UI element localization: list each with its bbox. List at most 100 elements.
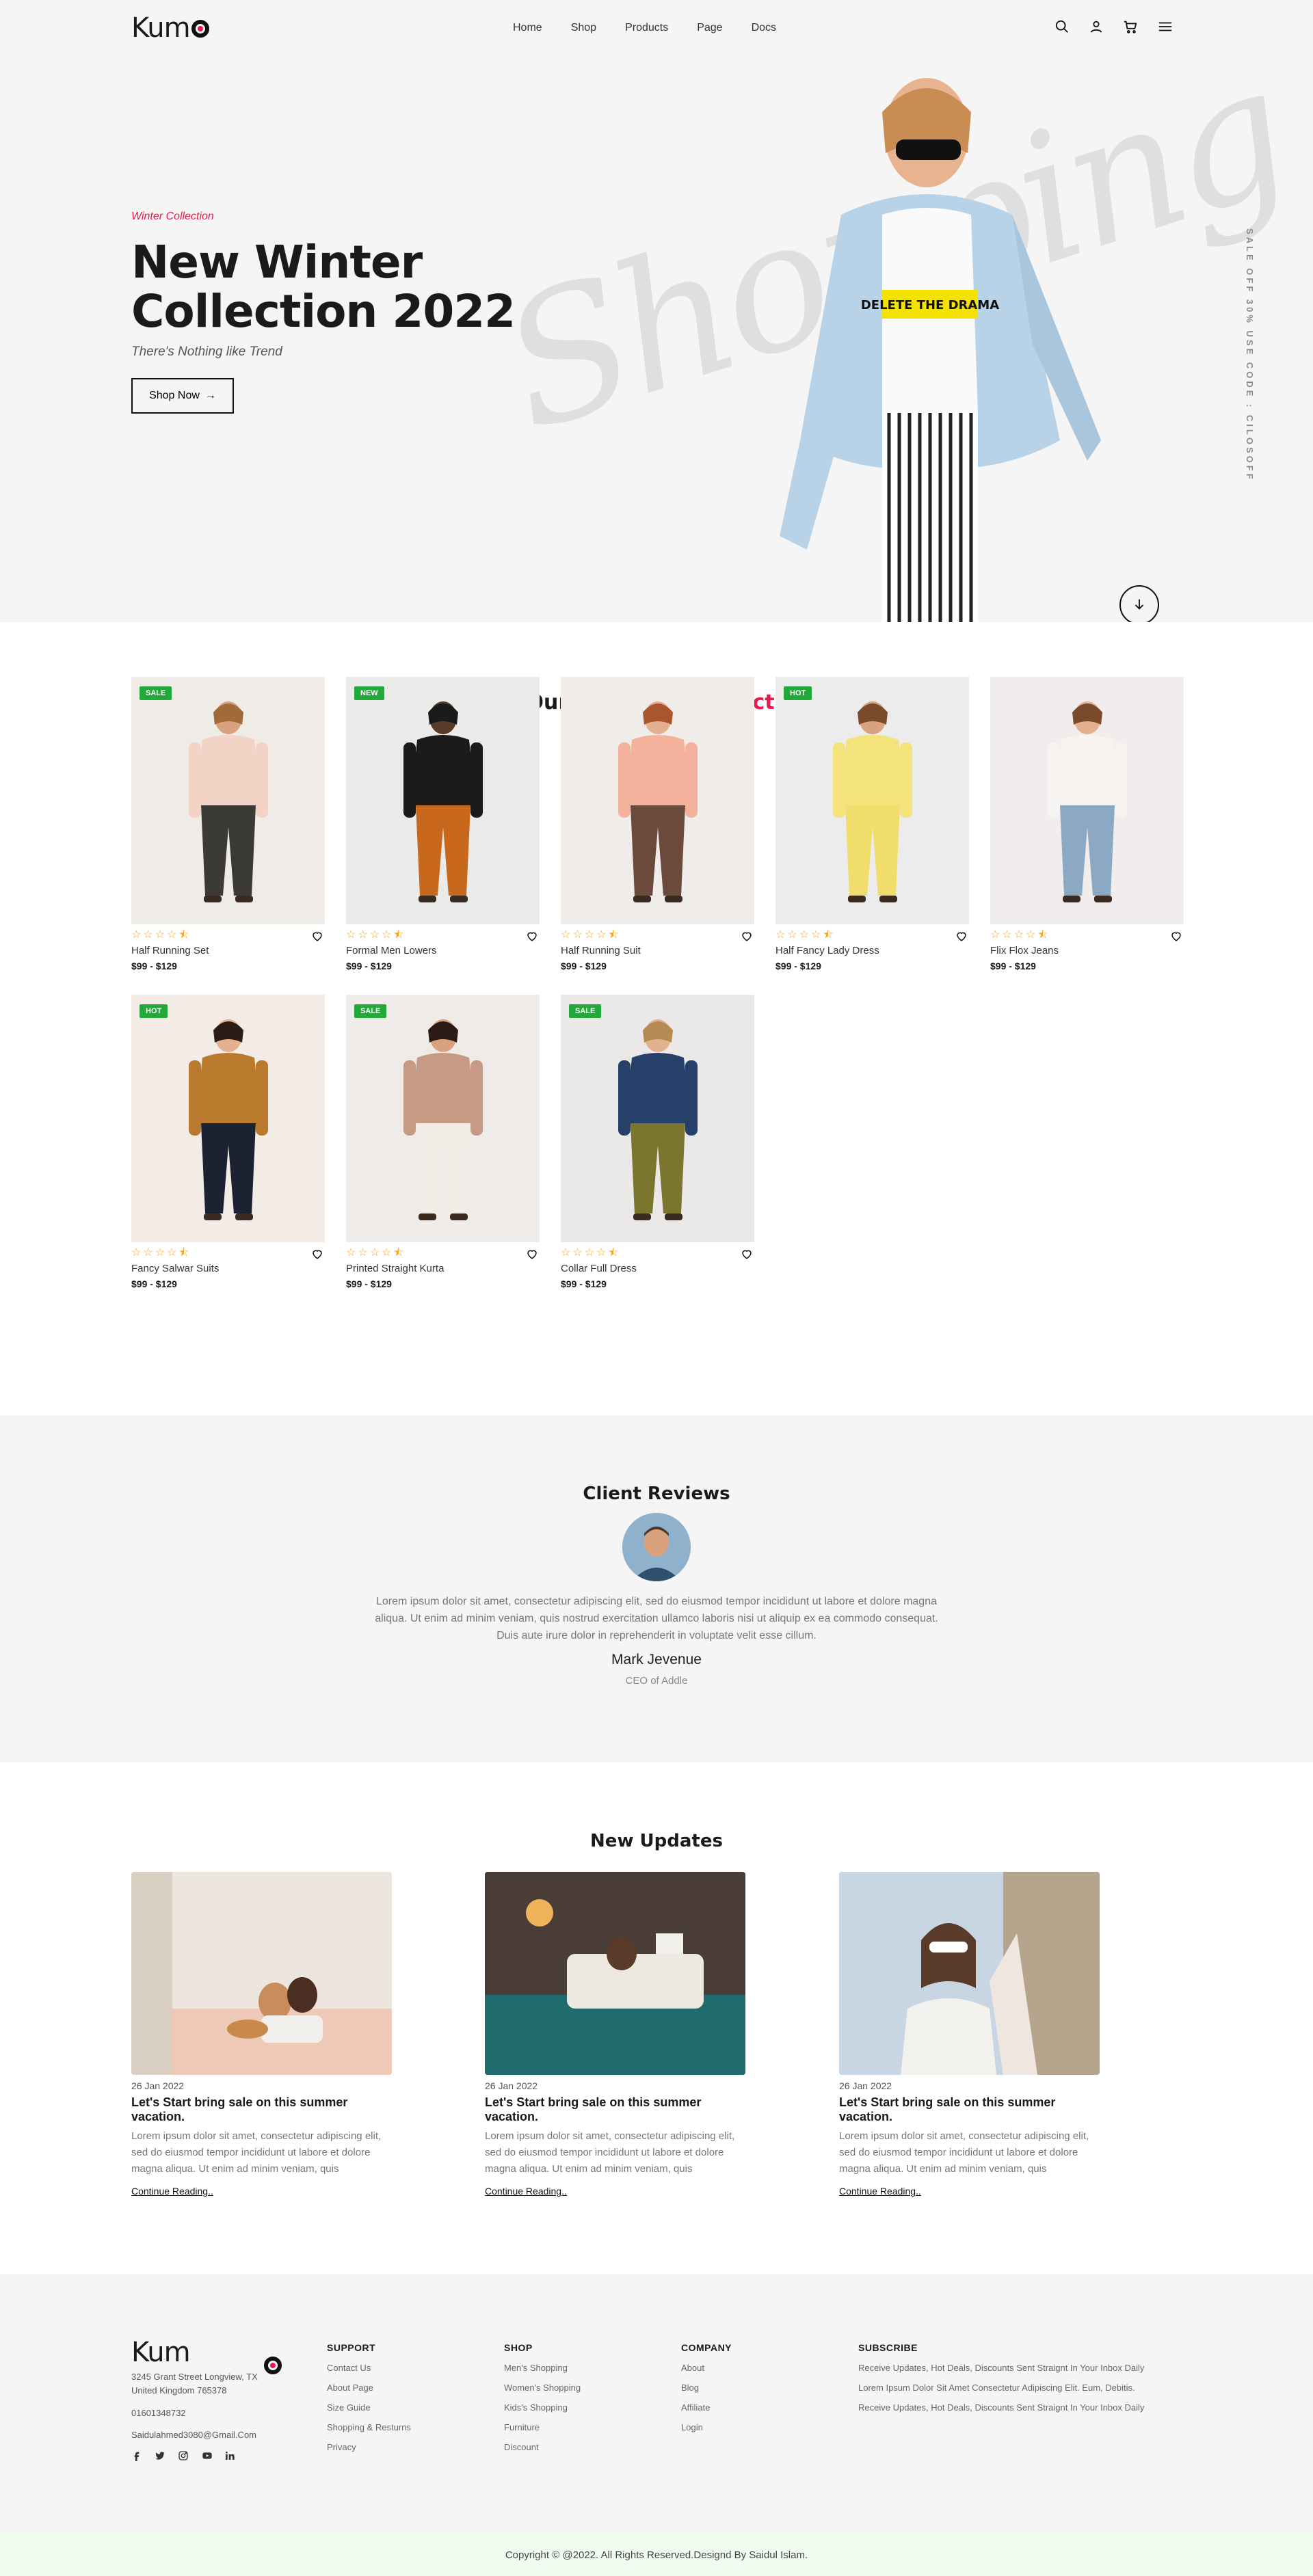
footer-link[interactable]: Men's Shopping xyxy=(504,2363,581,2373)
continue-reading-link[interactable]: Continue Reading.. xyxy=(131,2186,213,2197)
star-icon: ☆ xyxy=(143,1247,153,1259)
footer-link[interactable]: Furniture xyxy=(504,2422,581,2432)
star-icon: ☆ xyxy=(596,1247,607,1259)
product-card[interactable]: HOT ☆ ☆ ☆ ☆ ⯪ Fancy Salwar Suits $99 - $129 xyxy=(131,995,325,1289)
product-image[interactable] xyxy=(561,677,754,924)
footer-column-title: COMPANY xyxy=(681,2342,732,2353)
wishlist-heart-icon[interactable] xyxy=(955,930,968,942)
social-links xyxy=(131,2450,237,2463)
facebook-icon[interactable] xyxy=(131,2450,144,2463)
cart-icon[interactable] xyxy=(1123,19,1141,37)
star-icon: ☆ xyxy=(990,929,1000,941)
youtube-icon[interactable] xyxy=(201,2450,213,2463)
footer-link[interactable]: Privacy xyxy=(327,2442,411,2452)
star-icon: ☆ xyxy=(811,929,821,941)
nav-shop[interactable]: Shop xyxy=(571,22,596,34)
product-name[interactable]: Collar Full Dress xyxy=(561,1263,754,1274)
wishlist-heart-icon[interactable] xyxy=(526,1248,538,1260)
product-price: $99 - $129 xyxy=(346,1278,392,1289)
post-title[interactable]: Let's Start bring sale on this summer va… xyxy=(131,2095,392,2124)
footer-link[interactable]: Blog xyxy=(681,2383,732,2393)
product-name[interactable]: Half Running Suit xyxy=(561,945,754,956)
nav-products[interactable]: Products xyxy=(625,22,668,34)
footer-link: Receive Updates, Hot Deals, Discounts Se… xyxy=(858,2363,1145,2373)
product-card[interactable]: HOT ☆ ☆ ☆ ☆ ⯪ Half Fancy Lady Dress $99 - $1… xyxy=(775,677,969,971)
blog-post-image[interactable] xyxy=(131,1872,392,2075)
footer-link[interactable]: Women's Shopping xyxy=(504,2383,581,2393)
footer-link[interactable]: Login xyxy=(681,2422,732,2432)
nav-docs[interactable]: Docs xyxy=(752,22,776,34)
product-image[interactable]: SALE xyxy=(346,995,540,1242)
star-half-icon: ⯪ xyxy=(178,1247,189,1259)
footer-phone[interactable]: 01601348732 xyxy=(131,2408,186,2418)
nav-page[interactable]: Page xyxy=(697,22,722,34)
continue-reading-link[interactable]: Continue Reading.. xyxy=(485,2186,567,2197)
menu-icon[interactable] xyxy=(1157,19,1175,37)
client-reviews-section: Client Reviews Lorem ipsum dolor sit ame… xyxy=(0,1415,1313,1762)
footer-column-title: SUBSCRIBE xyxy=(858,2342,918,2353)
post-title[interactable]: Let's Start bring sale on this summer va… xyxy=(485,2095,745,2124)
product-card[interactable]: ☆ ☆ ☆ ☆ ⯪ Flix Flox Jeans $99 - $129 xyxy=(990,677,1184,971)
product-price: $99 - $129 xyxy=(775,961,821,971)
footer-link[interactable]: Discount xyxy=(504,2442,581,2452)
star-icon: ☆ xyxy=(561,1247,571,1259)
svg-text:DELETE THE DRAMA: DELETE THE DRAMA xyxy=(861,298,999,312)
product-image[interactable]: HOT xyxy=(131,995,325,1242)
footer-link[interactable]: Contact Us xyxy=(327,2363,411,2373)
product-card[interactable]: ☆ ☆ ☆ ☆ ⯪ Half Running Suit $99 - $129 xyxy=(561,677,754,971)
footer-link[interactable]: About xyxy=(681,2363,732,2373)
product-price: $99 - $129 xyxy=(561,1278,607,1289)
star-icon: ☆ xyxy=(369,929,380,941)
product-image[interactable] xyxy=(990,677,1184,924)
user-icon[interactable] xyxy=(1089,19,1106,37)
blog-post-image[interactable] xyxy=(485,1872,745,2075)
wishlist-heart-icon[interactable] xyxy=(311,930,323,942)
product-image[interactable]: HOT xyxy=(775,677,969,924)
continue-reading-link[interactable]: Continue Reading.. xyxy=(839,2186,921,2197)
footer-link[interactable]: Shopping & Resturns xyxy=(327,2422,411,2432)
product-price: $99 - $129 xyxy=(990,961,1036,971)
avatar xyxy=(622,1513,691,1581)
product-image[interactable]: NEW xyxy=(346,677,540,924)
twitter-icon[interactable] xyxy=(155,2450,167,2463)
logo[interactable]: Kum xyxy=(131,12,209,44)
product-image[interactable]: SALE xyxy=(561,995,754,1242)
product-name[interactable]: Half Running Set xyxy=(131,945,325,956)
star-icon: ☆ xyxy=(799,929,810,941)
linkedin-icon[interactable] xyxy=(224,2450,237,2463)
product-name[interactable]: Formal Men Lowers xyxy=(346,945,540,956)
scroll-down-button[interactable] xyxy=(1119,585,1159,622)
product-name[interactable]: Half Fancy Lady Dress xyxy=(775,945,969,956)
footer-email[interactable]: Saidulahmed3080@Gmail.Com xyxy=(131,2430,256,2440)
new-updates-section: New Updates 26 Jan 2022 Let's Start brin… xyxy=(0,1762,1313,2274)
footer-logo[interactable]: Kum xyxy=(131,2337,282,2374)
footer-link[interactable]: About Page xyxy=(327,2383,411,2393)
footer-link[interactable]: Size Guide xyxy=(327,2402,411,2413)
post-title[interactable]: Let's Start bring sale on this summer va… xyxy=(839,2095,1100,2124)
search-icon[interactable] xyxy=(1055,19,1072,37)
wishlist-heart-icon[interactable] xyxy=(526,930,538,942)
product-name[interactable]: Fancy Salwar Suits xyxy=(131,1263,325,1274)
product-card[interactable]: NEW ☆ ☆ ☆ ☆ ⯪ Formal Men Lowers $99 - $129 xyxy=(346,677,540,971)
product-card[interactable]: SALE ☆ ☆ ☆ ☆ ⯪ Half Running Set $99 - $129 xyxy=(131,677,325,971)
product-card[interactable]: SALE ☆ ☆ ☆ ☆ ⯪ Collar Full Dress $99 - $129 xyxy=(561,995,754,1289)
footer-link[interactable]: Kids's Shopping xyxy=(504,2402,581,2413)
arrow-down-icon xyxy=(1132,597,1147,614)
blog-post-card: 26 Jan 2022 Let's Start bring sale on th… xyxy=(131,1872,392,2198)
reviews-title: Client Reviews xyxy=(583,1484,730,1504)
wishlist-heart-icon[interactable] xyxy=(741,930,753,942)
star-icon: ☆ xyxy=(775,929,786,941)
footer-link[interactable]: Affiliate xyxy=(681,2402,732,2413)
wishlist-heart-icon[interactable] xyxy=(311,1248,323,1260)
instagram-icon[interactable] xyxy=(178,2450,190,2463)
shop-now-button[interactable]: Shop Now → xyxy=(131,378,234,414)
product-name[interactable]: Printed Straight Kurta xyxy=(346,1263,540,1274)
nav-home[interactable]: Home xyxy=(513,22,542,34)
blog-post-image[interactable] xyxy=(839,1872,1100,2075)
product-name[interactable]: Flix Flox Jeans xyxy=(990,945,1184,956)
wishlist-heart-icon[interactable] xyxy=(1170,930,1182,942)
product-image[interactable]: SALE xyxy=(131,677,325,924)
product-card[interactable]: SALE ☆ ☆ ☆ ☆ ⯪ Printed Straight Kurta $99 - … xyxy=(346,995,540,1289)
logo-mark xyxy=(191,20,209,38)
wishlist-heart-icon[interactable] xyxy=(741,1248,753,1260)
